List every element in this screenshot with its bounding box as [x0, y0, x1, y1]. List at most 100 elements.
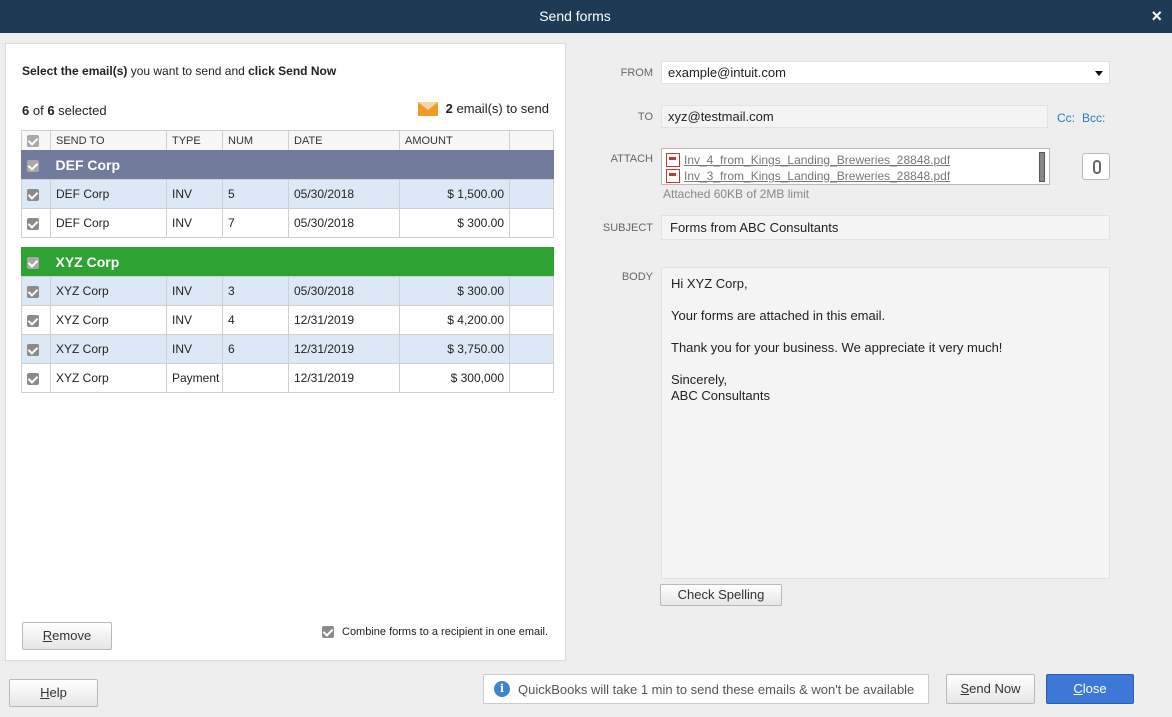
send-time-notice: i QuickBooks will take 1 min to send the… [483, 674, 929, 704]
col-header-type[interactable]: TYPE [166, 130, 223, 152]
table-row[interactable]: XYZ Corp INV 3 05/30/2018 $ 300.00 [21, 276, 555, 306]
cell-blank [508, 276, 555, 306]
window-title: Send forms [539, 8, 611, 24]
to-field[interactable]: xyz@testmail.com [661, 105, 1048, 128]
instruction-text: Select the email(s) you want to send and… [22, 64, 336, 78]
selected-count: 6 of 6 selected [22, 103, 107, 118]
group-checkbox[interactable] [21, 247, 51, 277]
cell-date: 05/30/2018 [288, 276, 400, 306]
pdf-icon [666, 169, 680, 183]
cell-num: 3 [222, 276, 289, 306]
attachment-item[interactable]: Inv_3_from_Kings_Landing_Breweries_28848… [666, 168, 1049, 184]
attachments-scrollbar[interactable] [1039, 152, 1045, 182]
remove-key: R [42, 628, 53, 643]
group-checkbox[interactable] [21, 150, 51, 180]
row-checkbox[interactable] [21, 179, 51, 209]
recipients-panel: Select the email(s) you want to send and… [5, 43, 566, 661]
combine-label: Combine forms to a recipient in one emai… [342, 626, 549, 638]
send-now-button[interactable]: Send Now [946, 674, 1035, 704]
selected-suffix: selected [54, 103, 107, 118]
send-now-key: S [960, 681, 970, 696]
cell-type: INV [166, 179, 223, 209]
instruction-mid: you want to send and [127, 64, 249, 78]
bcc-link[interactable]: Bcc: [1082, 111, 1105, 125]
selected-of: of [29, 103, 48, 118]
attach-button[interactable] [1082, 153, 1110, 180]
close-label: lose [1082, 681, 1107, 696]
cell-amount: $ 300,000 [399, 363, 510, 393]
emails-to-send: 2 email(s) to send [417, 101, 549, 116]
send-now-label: end Now [969, 681, 1021, 696]
cell-blank [508, 208, 555, 238]
help-key: H [40, 685, 50, 700]
instruction-bold-1: Select the email(s) [22, 64, 128, 78]
col-header-amount[interactable]: AMOUNT [399, 130, 510, 152]
cell-send-to: DEF Corp [50, 208, 167, 238]
select-all-checkbox[interactable] [21, 130, 51, 152]
cell-send-to: XYZ Corp [50, 276, 167, 306]
row-checkbox[interactable] [21, 208, 51, 238]
cell-type: Payment [166, 363, 223, 393]
group-name: XYZ Corp [50, 247, 554, 277]
forms-table-header: SEND TO TYPE NUM DATE AMOUNT [21, 130, 554, 152]
cell-date: 12/31/2019 [288, 334, 400, 364]
cell-amount: $ 300.00 [399, 276, 510, 306]
attachment-item[interactable]: Inv_4_from_Kings_Landing_Breweries_28848… [666, 152, 1049, 168]
emails-count: 2 [445, 101, 453, 116]
notice-text: QuickBooks will take 1 min to send these… [518, 681, 915, 697]
cc-link[interactable]: Cc: [1057, 111, 1075, 125]
check-spelling-button[interactable]: Check Spelling [660, 584, 782, 606]
cell-amount: $ 3,750.00 [399, 334, 510, 364]
combine-forms-option[interactable]: Combine forms to a recipient in one emai… [322, 626, 548, 638]
info-icon: i [494, 681, 510, 697]
cell-date: 12/31/2019 [288, 363, 400, 393]
table-row[interactable]: XYZ Corp Payment 12/31/2019 $ 300,000 [21, 363, 555, 393]
from-dropdown[interactable]: example@intuit.com [661, 61, 1110, 84]
cell-date: 05/30/2018 [288, 208, 400, 238]
row-checkbox[interactable] [21, 276, 51, 306]
help-label: elp [49, 685, 67, 700]
col-header-blank [509, 130, 554, 152]
row-checkbox[interactable] [21, 363, 51, 393]
subject-label: SUBJECT [602, 222, 653, 234]
subject-field[interactable]: Forms from ABC Consultants [661, 215, 1110, 240]
cell-amount: $ 4,200.00 [399, 305, 510, 335]
body-line: Hi XYZ Corp, [671, 276, 748, 291]
close-icon[interactable]: × [1151, 6, 1162, 27]
instruction-bold-2: click Send Now [248, 64, 337, 78]
row-checkbox[interactable] [21, 305, 51, 335]
table-row[interactable]: DEF Corp INV 7 05/30/2018 $ 300.00 [21, 208, 555, 238]
body-label: BODY [621, 271, 653, 283]
col-header-num[interactable]: NUM [222, 130, 289, 152]
table-row[interactable]: DEF Corp INV 5 05/30/2018 $ 1,500.00 [21, 179, 555, 209]
col-header-send-to[interactable]: SEND TO [50, 130, 167, 152]
remove-button[interactable]: Remove [22, 622, 112, 650]
cell-amount: $ 1,500.00 [399, 179, 510, 209]
body-line: Your forms are attached in this email. [671, 308, 886, 323]
table-row[interactable]: XYZ Corp INV 6 12/31/2019 $ 3,750.00 [21, 334, 555, 364]
envelope-icon [417, 101, 438, 116]
cell-type: INV [166, 276, 223, 306]
paperclip-icon [1093, 160, 1101, 174]
cell-num: 6 [222, 334, 289, 364]
row-checkbox[interactable] [21, 334, 51, 364]
cell-date: 05/30/2018 [288, 179, 400, 209]
combine-checkbox[interactable] [322, 626, 334, 638]
remove-label: emove [52, 628, 92, 643]
cell-send-to: DEF Corp [50, 179, 167, 209]
group-name: DEF Corp [50, 150, 554, 180]
cell-send-to: XYZ Corp [50, 305, 167, 335]
col-header-date[interactable]: DATE [288, 130, 400, 152]
attachments-list[interactable]: Inv_4_from_Kings_Landing_Breweries_28848… [661, 148, 1050, 185]
close-button[interactable]: Close [1046, 674, 1134, 704]
body-textarea[interactable]: Hi XYZ Corp, Your forms are attached in … [661, 267, 1110, 579]
cell-num: 4 [222, 305, 289, 335]
group-def-corp: DEF Corp DEF Corp INV 5 05/30/2018 $ 1,5… [21, 150, 555, 238]
selected-total: 6 [47, 103, 55, 118]
body-line: ABC Consultants [671, 388, 770, 403]
emails-suffix: email(s) to send [452, 101, 549, 116]
cell-blank [508, 179, 555, 209]
table-row[interactable]: XYZ Corp INV 4 12/31/2019 $ 4,200.00 [21, 305, 555, 335]
group-xyz-corp: XYZ Corp XYZ Corp INV 3 05/30/2018 $ 300… [21, 247, 555, 393]
help-button[interactable]: Help [9, 679, 98, 707]
